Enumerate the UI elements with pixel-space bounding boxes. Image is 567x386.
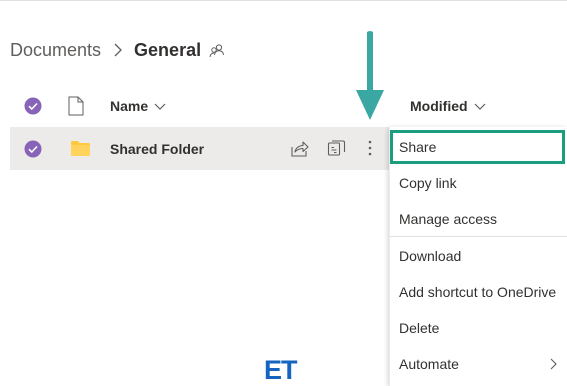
name-column-header[interactable]: Name: [110, 98, 166, 114]
modified-column-label: Modified: [410, 98, 468, 114]
file-icon: [68, 96, 84, 116]
menu-item-label: Copy link: [399, 175, 457, 191]
menu-divider: [390, 236, 567, 237]
et-logo: ET: [264, 355, 298, 385]
arrow-down-icon: [356, 31, 384, 120]
breadcrumb-general: General: [134, 39, 202, 60]
select-all-checkbox-icon[interactable]: [24, 97, 42, 115]
menu-item-share[interactable]: Share: [390, 130, 567, 164]
menu-item-manage-access[interactable]: Manage access: [390, 201, 567, 237]
menu-item-label: Share: [399, 139, 437, 155]
people-icon[interactable]: [209, 43, 225, 59]
menu-item-label: Automate: [399, 356, 459, 372]
row-checkbox-icon[interactable]: [24, 140, 42, 158]
menu-item-automate[interactable]: Automate: [390, 346, 567, 382]
copy-link-icon[interactable]: [327, 139, 346, 158]
menu-item-label: Add shortcut to OneDrive: [399, 284, 557, 300]
more-options-icon[interactable]: [364, 138, 376, 158]
name-column-label: Name: [110, 98, 149, 114]
column-header-row: Name Modified: [0, 90, 567, 122]
menu-item-delete[interactable]: Delete: [390, 310, 567, 346]
chevron-down-icon: [154, 100, 166, 112]
top-divider: [0, 0, 567, 1]
menu-item-copy-link[interactable]: Copy link: [390, 165, 567, 201]
menu-item-label: Delete: [399, 320, 440, 336]
modified-column-header[interactable]: Modified: [410, 98, 486, 114]
context-menu: Share Copy link Manage access Download A…: [389, 127, 567, 386]
menu-item-download[interactable]: Download: [390, 238, 567, 274]
menu-item-label: Manage access: [399, 211, 498, 227]
chevron-right-icon: [109, 41, 127, 59]
chevron-down-icon: [474, 100, 486, 112]
menu-item-label: Download: [399, 248, 462, 264]
breadcrumb-documents[interactable]: Documents: [10, 40, 101, 61]
table-row[interactable]: Shared Folder: [10, 127, 390, 170]
breadcrumb: Documents General: [10, 38, 225, 62]
menu-item-add-shortcut[interactable]: Add shortcut to OneDrive: [390, 274, 567, 310]
row-name-link[interactable]: Shared Folder: [110, 141, 204, 157]
share-icon[interactable]: [290, 139, 309, 158]
chevron-right-icon: [548, 358, 558, 370]
folder-icon: [71, 141, 90, 156]
